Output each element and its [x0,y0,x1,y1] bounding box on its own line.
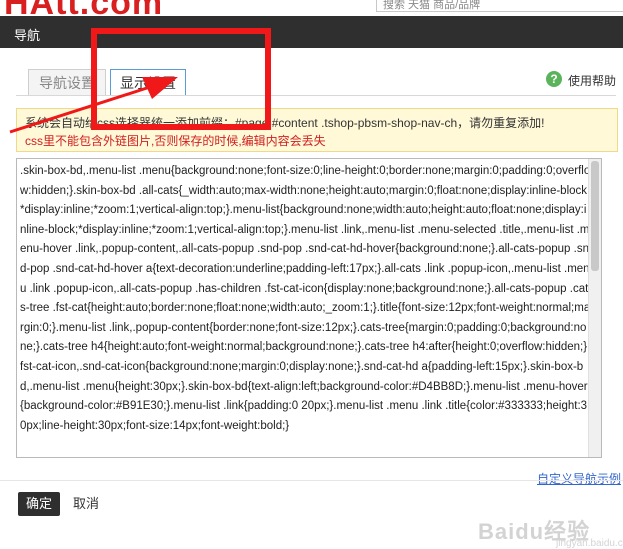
footer-divider [0,480,623,481]
baidu-watermark-url: jingyan.baidu.com [556,538,623,549]
background-page-strip: HAtt.com 搜索 天猫 商品/品牌 [0,0,623,16]
brand-logo-text: HAtt.com [4,0,163,16]
cancel-button[interactable]: 取消 [73,492,99,516]
dialog-title: 导航 [14,28,41,43]
custom-nav-example-link[interactable]: 自定义导航示例 [537,470,621,487]
css-editor-scrollbar[interactable] [588,159,601,457]
background-search-placeholder: 搜索 天猫 商品/品牌 [383,0,481,11]
background-search-box: 搜索 天猫 商品/品牌 [376,0,623,12]
confirm-button[interactable]: 确定 [18,492,60,516]
css-editor-content[interactable]: .skin-box-bd,.menu-list .menu{background… [20,162,592,436]
annotation-highlight-box [91,28,271,130]
help-label: 使用帮助 [568,74,617,88]
scrollbar-thumb[interactable] [591,161,599,271]
css-editor[interactable]: .skin-box-bd,.menu-list .menu{background… [16,158,602,458]
notice-warning-text: css里不能包含外链图片,否则保存的时候,编辑内容会丢失 [25,134,326,148]
help-icon: ? [546,71,562,87]
